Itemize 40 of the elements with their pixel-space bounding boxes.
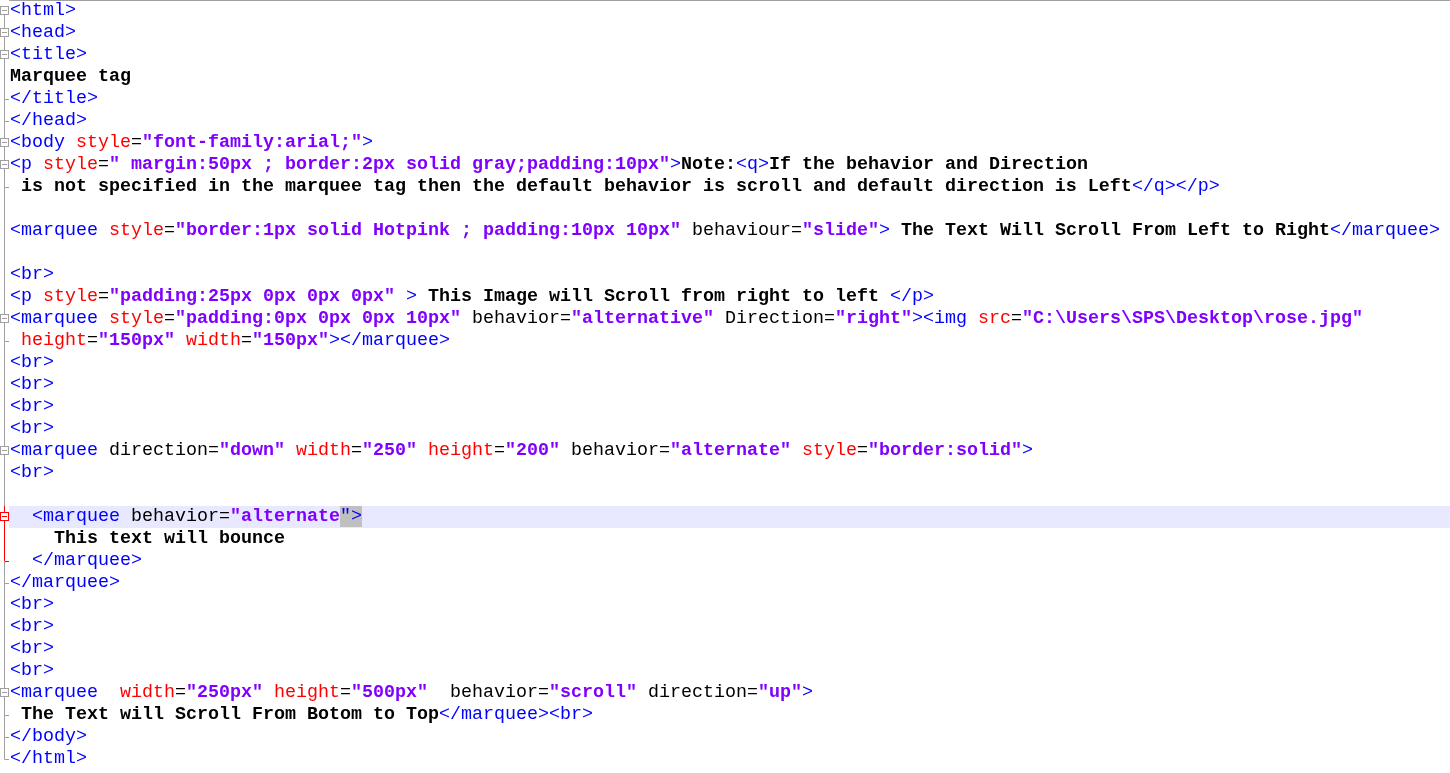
code-line: <p style="padding:25px 0px 0px 0px" > This Image will Scroll from right to left </p> [10, 286, 934, 308]
code-line: </body> [10, 726, 87, 748]
code-line: <br> [10, 264, 54, 286]
code-line: <html> [10, 0, 76, 22]
code-line: </html> [10, 748, 87, 770]
code-line: </marquee> [31, 550, 142, 572]
code-line: <marquee style="padding:0px 0px 0px 10px" behavior="alternative" Direction="right"><img src="C:\Users\SPS\Desktop\rose.jpg" [10, 308, 1363, 330]
code-line: <br> [10, 660, 54, 682]
code-line: </title> [10, 88, 98, 110]
code-line: </marquee> [10, 572, 120, 594]
fold-toggle-icon[interactable] [0, 682, 9, 704]
code-line: <marquee direction="down" width="250" height="200" behavior="alternate" style="border:solid"> [10, 440, 1033, 462]
code-line: <marquee width="250px" height="500px" behavior="scroll" direction="up"> [10, 682, 813, 704]
code-line: <p style=" margin:50px ; border:2px solid gray;padding:10px">Note:<q>If the behavior and Direction [10, 154, 1088, 176]
code-line: <br> [10, 638, 54, 660]
fold-toggle-icon[interactable] [0, 44, 9, 66]
fold-toggle-icon[interactable] [0, 22, 9, 44]
fold-toggle-icon[interactable] [0, 308, 9, 330]
code-line: <title> [10, 44, 87, 66]
code-line: The Text will Scroll From Botom to Top</marquee><br> [20, 704, 593, 726]
code-line: <br> [10, 418, 54, 440]
fold-toggle-icon[interactable] [0, 132, 9, 154]
fold-toggle-icon[interactable] [0, 440, 9, 462]
code-line: <br> [10, 594, 54, 616]
code-line: Marquee tag [10, 66, 131, 88]
code-line: <br> [10, 352, 54, 374]
code-line: <marquee style="border:1px solid Hotpink ; padding:10px 10px" behaviour="slide"> The Text Will Scroll From Left to Right</marquee> [10, 220, 1440, 242]
code-line: <br> [10, 462, 54, 484]
code-line: </head> [10, 110, 87, 132]
code-line: <marquee behavior="alternate"> [31, 506, 362, 528]
code-line: <br> [10, 396, 54, 418]
code-line: <br> [10, 616, 54, 638]
fold-toggle-icon[interactable] [0, 154, 9, 176]
code-line: is not specified in the marquee tag then the default behavior is scroll and default direction is Left</q></p> [20, 176, 1220, 198]
code-line: This text will bounce [53, 528, 285, 550]
fold-toggle-icon[interactable] [0, 506, 9, 528]
code-line: <body style="font-family:arial;"> [10, 132, 373, 154]
code-line: <br> [10, 374, 54, 396]
code-line: height="150px" width="150px"></marquee> [20, 330, 450, 352]
code-line: <head> [10, 22, 76, 44]
